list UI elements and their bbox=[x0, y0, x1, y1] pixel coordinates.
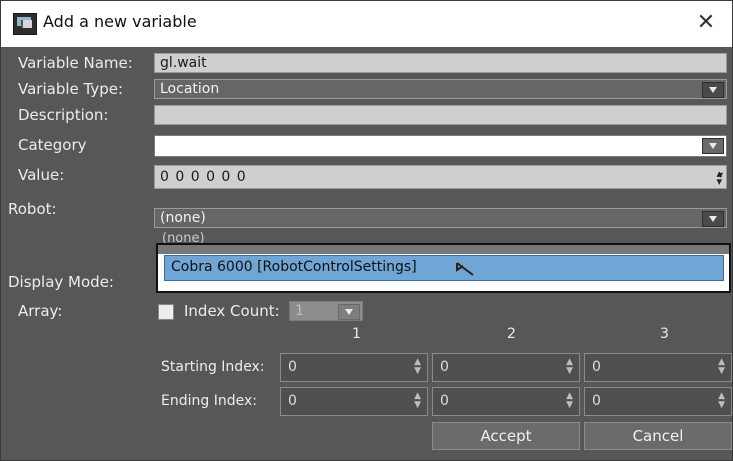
spin-arrows-icon[interactable]: ▲ ▼ bbox=[718, 358, 725, 376]
chevron-down-icon[interactable] bbox=[338, 304, 360, 320]
category-label: Category bbox=[18, 136, 87, 154]
ending-index-label: Ending Index: bbox=[161, 393, 257, 409]
index-count-value: 1 bbox=[295, 303, 304, 319]
chevron-down-icon[interactable] bbox=[702, 138, 724, 154]
ending-index-2[interactable]: 0 ▲ ▼ bbox=[432, 387, 580, 416]
ending-index-3[interactable]: 0 ▲ ▼ bbox=[584, 387, 732, 416]
starting-index-1[interactable]: 0 ▲ ▼ bbox=[280, 353, 428, 382]
array-label: Array: bbox=[18, 302, 63, 320]
robot-option-cobra-label: Cobra 6000 [RobotControlSettings] bbox=[171, 259, 417, 275]
dialog-body: Variable Name: gl.wait Variable Type: Lo… bbox=[6, 48, 732, 457]
starting-index-3-value: 0 bbox=[592, 359, 601, 375]
category-select[interactable] bbox=[154, 135, 727, 157]
mouse-cursor-icon bbox=[456, 262, 474, 276]
ending-index-2-value: 0 bbox=[440, 393, 449, 409]
index-count-select[interactable]: 1 bbox=[289, 301, 363, 321]
value-label: Value: bbox=[18, 166, 65, 184]
chevron-down-icon[interactable] bbox=[702, 211, 724, 227]
ending-index-1[interactable]: 0 ▲ ▼ bbox=[280, 387, 428, 416]
starting-index-3[interactable]: 0 ▲ ▼ bbox=[584, 353, 732, 382]
robot-option-cobra[interactable]: Cobra 6000 [RobotControlSettings] bbox=[164, 255, 724, 281]
starting-index-2[interactable]: 0 ▲ ▼ bbox=[432, 353, 580, 382]
column-header-2: 2 bbox=[507, 326, 516, 342]
spin-arrows-icon[interactable]: ▲ ▼ bbox=[414, 392, 421, 410]
column-header-3: 3 bbox=[660, 326, 669, 342]
variable-type-value: Location bbox=[160, 81, 220, 97]
column-header-1: 1 bbox=[352, 326, 361, 342]
value-field[interactable]: 0 0 0 0 0 0 ▴ ▾ ▾ bbox=[154, 165, 727, 189]
accept-button[interactable]: Accept bbox=[432, 422, 580, 450]
variable-type-label: Variable Type: bbox=[18, 80, 124, 98]
display-mode-label: Display Mode: bbox=[8, 273, 114, 291]
robot-dropdown-list: Cobra 6000 [RobotControlSettings] bbox=[156, 243, 731, 293]
variable-name-label: Variable Name: bbox=[18, 54, 133, 72]
robot-label: Robot: bbox=[8, 200, 57, 218]
description-label: Description: bbox=[18, 106, 109, 124]
app-window-icon bbox=[13, 13, 37, 35]
description-field[interactable] bbox=[154, 105, 727, 125]
index-count-label: Index Count: bbox=[184, 302, 280, 320]
variable-type-select[interactable]: Location bbox=[154, 79, 727, 99]
ending-index-1-value: 0 bbox=[288, 393, 297, 409]
variable-name-field[interactable]: gl.wait bbox=[154, 53, 727, 73]
add-variable-dialog: Add a new variable ✕ Variable Name: gl.w… bbox=[0, 0, 733, 461]
spin-arrows-icon[interactable]: ▲ ▼ bbox=[566, 392, 573, 410]
cancel-button[interactable]: Cancel bbox=[584, 422, 732, 450]
chevron-down-icon[interactable]: ▾ bbox=[718, 170, 723, 181]
dialog-title: Add a new variable bbox=[43, 12, 197, 31]
value-value: 0 0 0 0 0 0 bbox=[160, 169, 247, 185]
close-icon[interactable]: ✕ bbox=[692, 9, 720, 37]
title-bar: Add a new variable ✕ bbox=[1, 1, 732, 47]
spin-arrows-icon[interactable]: ▲ ▼ bbox=[566, 358, 573, 376]
starting-index-label: Starting Index: bbox=[161, 359, 265, 375]
starting-index-2-value: 0 bbox=[440, 359, 449, 375]
ending-index-3-value: 0 bbox=[592, 393, 601, 409]
spin-arrows-icon[interactable]: ▲ ▼ bbox=[718, 392, 725, 410]
starting-index-1-value: 0 bbox=[288, 359, 297, 375]
robot-value: (none) bbox=[160, 210, 206, 226]
chevron-down-icon[interactable] bbox=[702, 82, 724, 98]
spin-arrows-icon[interactable]: ▲ ▼ bbox=[414, 358, 421, 376]
dropdown-top-edge bbox=[158, 245, 729, 254]
robot-select[interactable]: (none) bbox=[154, 208, 727, 228]
array-checkbox[interactable] bbox=[158, 304, 174, 320]
variable-name-value: gl.wait bbox=[160, 55, 207, 71]
